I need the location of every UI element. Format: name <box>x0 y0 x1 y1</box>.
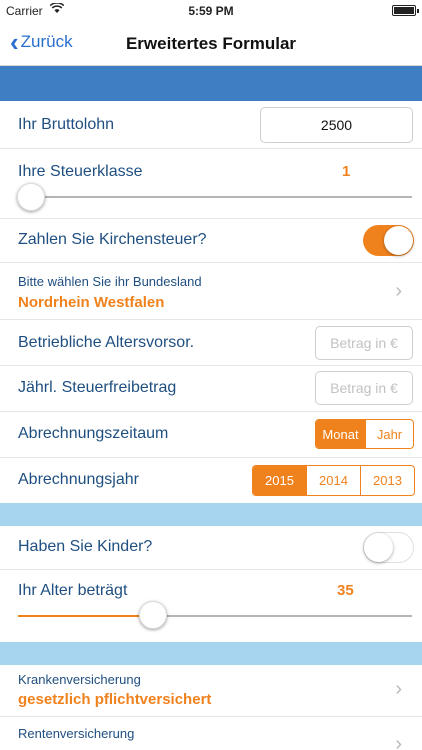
segment-2014[interactable]: 2014 <box>306 466 360 495</box>
battery-icon <box>392 5 419 16</box>
kirchensteuer-label: Zahlen Sie Kirchensteuer? <box>18 231 207 248</box>
steuerklasse-value: 1 <box>342 163 351 180</box>
abrechnungsjahr-label: Abrechnungsjahr <box>18 471 139 488</box>
section-header-blue <box>0 66 422 101</box>
segment-monat[interactable]: Monat <box>316 420 365 448</box>
chevron-right-icon: › <box>395 280 402 302</box>
kinder-label: Haben Sie Kinder? <box>18 538 153 555</box>
chevron-right-icon: › <box>395 733 402 750</box>
row-bundesland[interactable]: Bitte wählen Sie ihr Bundesland Nordrhei… <box>0 263 422 320</box>
row-rentenversicherung[interactable]: Rentenversicherung › <box>0 717 422 750</box>
chevron-right-icon: › <box>395 678 402 700</box>
abrechnungszeitraum-label: Abrechnungszeitaum <box>18 425 169 442</box>
row-kirchensteuer: Zahlen Sie Kirchensteuer? <box>0 219 422 263</box>
steuerklasse-label: Ihre Steuerklasse <box>18 163 143 180</box>
alter-slider-fill <box>18 615 154 617</box>
navigation-bar: ‹ Zurück Erweitertes Formular <box>0 22 422 66</box>
row-bruttolohn: Ihr Bruttolohn 2500 <box>0 101 422 149</box>
steuerfreibetrag-label: Jährl. Steuerfreibetrag <box>18 379 177 396</box>
row-abrechnungsjahr: Abrechnungsjahr 2015 2014 2013 <box>0 458 422 503</box>
clock: 5:59 PM <box>188 4 234 18</box>
alter-slider-thumb[interactable] <box>139 601 167 629</box>
altersvorsorge-label: Betriebliche Altersvorsor. <box>18 334 195 351</box>
bruttolohn-label: Ihr Bruttolohn <box>18 116 115 133</box>
krankenversicherung-value: gesetzlich pflichtversichert <box>18 691 212 708</box>
row-steuerfreibetrag: Jährl. Steuerfreibetrag Betrag in € <box>0 366 422 412</box>
page-title: Erweitertes Formular <box>125 34 297 53</box>
kirchensteuer-toggle[interactable] <box>363 225 414 256</box>
row-krankenversicherung[interactable]: Krankenversicherung gesetzlich pflichtve… <box>0 665 422 717</box>
segment-2013[interactable]: 2013 <box>360 466 414 495</box>
row-abrechnungszeitraum: Abrechnungszeitaum Monat Jahr <box>0 412 422 458</box>
section-separator <box>0 642 422 665</box>
segment-jahr[interactable]: Jahr <box>365 420 413 448</box>
row-steuerklasse: Ihre Steuerklasse 1 <box>0 149 422 219</box>
abrechnungsjahr-segmented-control: 2015 2014 2013 <box>252 465 415 496</box>
abrechnungszeitraum-segmented-control: Monat Jahr <box>315 419 414 449</box>
segment-2015[interactable]: 2015 <box>253 466 306 495</box>
rentenversicherung-hint: Rentenversicherung <box>18 726 135 741</box>
bruttolohn-input[interactable]: 2500 <box>260 107 413 143</box>
alter-value: 35 <box>337 582 354 599</box>
toggle-knob <box>364 533 393 562</box>
steuerklasse-slider-thumb[interactable] <box>17 183 45 211</box>
row-alter: Ihr Alter beträgt 35 <box>0 570 422 642</box>
steuerfreibetrag-input[interactable]: Betrag in € <box>315 371 413 405</box>
bundesland-value: Nordrhein Westfalen <box>18 294 165 311</box>
altersvorsorge-input[interactable]: Betrag in € <box>315 326 413 360</box>
row-altersvorsorge: Betriebliche Altersvorsor. Betrag in € <box>0 320 422 366</box>
kinder-toggle[interactable] <box>363 532 414 563</box>
alter-label: Ihr Alter beträgt <box>18 582 128 599</box>
toggle-knob <box>384 226 413 255</box>
status-bar: Carrier 5:59 PM <box>0 0 422 22</box>
row-kinder: Haben Sie Kinder? <box>0 526 422 570</box>
krankenversicherung-hint: Krankenversicherung <box>18 672 141 687</box>
bundesland-hint: Bitte wählen Sie ihr Bundesland <box>18 274 202 289</box>
steuerklasse-slider-track[interactable] <box>18 196 412 198</box>
section-separator <box>0 503 422 526</box>
